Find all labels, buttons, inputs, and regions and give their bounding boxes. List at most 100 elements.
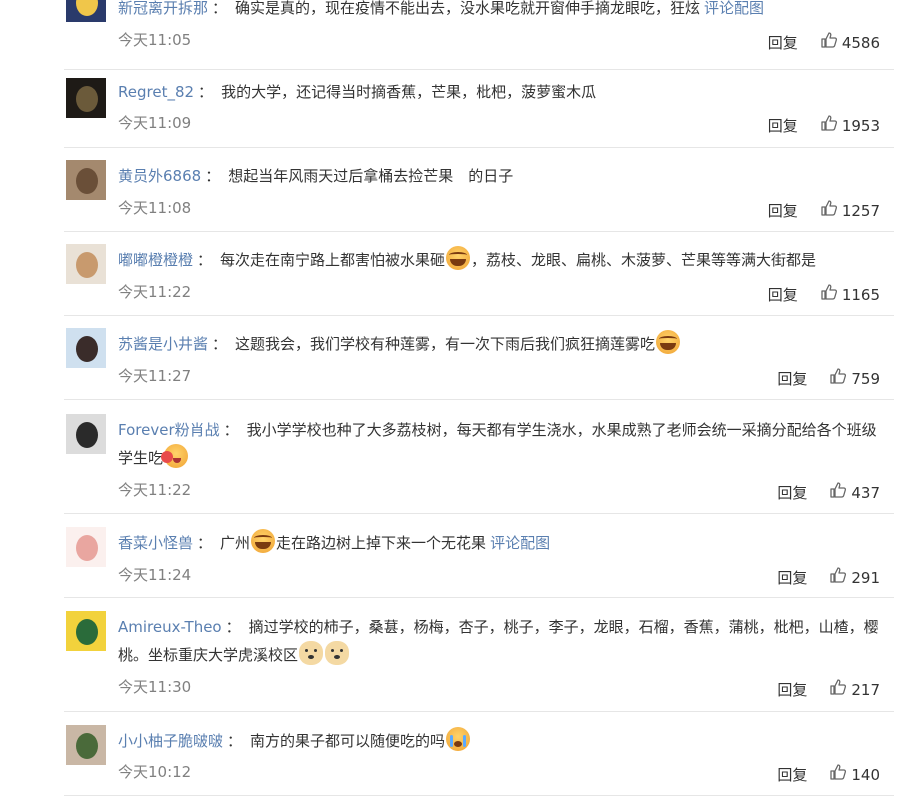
username-link[interactable]: 黄员外6868: [118, 167, 201, 185]
avatar-figure: [76, 336, 98, 362]
avatar[interactable]: [66, 0, 106, 22]
comment-item: 嘟嘟橙橙橙： 每次走在南宁路上都害怕被水果砸 ，荔枝、龙眼、扁桃、木菠萝、芒果等等满…: [64, 232, 894, 316]
username-separator: ：: [212, 0, 228, 17]
like-button[interactable]: 140: [829, 763, 880, 786]
comment-text: 我的大学，还记得当时摘香蕉，芒果，枇杷，菠萝蜜木瓜: [221, 83, 597, 101]
comment-body: Forever粉肖战：我小学学校也种了大多荔枝树，每天都有学生浇水，水果成熟了老…: [118, 416, 890, 472]
thumbs-up-icon: [829, 678, 851, 701]
username-link[interactable]: Forever粉肖战: [118, 421, 220, 439]
comment-timestamp: 今天11:09: [118, 114, 192, 132]
avatar-figure: [76, 168, 98, 194]
like-count: 291: [851, 568, 880, 587]
username-link[interactable]: 香菜小怪兽: [118, 534, 193, 552]
like-button[interactable]: 1953: [820, 114, 880, 137]
avatar-figure: [76, 86, 98, 112]
doge-emoji: [325, 641, 350, 665]
comment-text: 想起当年风雨天过后拿桶去捡芒果 的日子: [228, 167, 514, 185]
comment-actions: 回复 1165: [768, 283, 880, 306]
username-link[interactable]: 嘟嘟橙橙橙: [118, 251, 193, 269]
comment-actions: 回复 1257: [768, 199, 880, 222]
comment-timestamp: 今天11:27: [118, 367, 192, 385]
crying-emoji: [446, 727, 471, 751]
like-button[interactable]: 759: [829, 367, 880, 390]
like-button[interactable]: 4586: [820, 31, 880, 54]
username-separator: ：: [205, 167, 221, 185]
thumbs-up-icon: [829, 566, 851, 589]
comment-timestamp: 今天11:24: [118, 566, 192, 584]
avatar[interactable]: [66, 328, 106, 368]
thumbs-up-icon: [820, 114, 842, 137]
like-count: 1953: [841, 116, 880, 135]
comment-body: 嘟嘟橙橙橙： 每次走在南宁路上都害怕被水果砸 ，荔枝、龙眼、扁桃、木菠萝、芒果等等满…: [118, 246, 890, 274]
avatar[interactable]: [66, 725, 106, 765]
reply-button[interactable]: 回复: [768, 285, 798, 305]
like-button[interactable]: 291: [829, 566, 880, 589]
reply-button[interactable]: 回复: [777, 369, 807, 389]
comment-body: 新冠离开拆那： 确实是真的，现在疫情不能出去，没水果吃就开窗伸手摘龙眼吃，狂炫 评论…: [118, 0, 890, 22]
username-separator: ：: [197, 251, 213, 269]
username-link[interactable]: 苏酱是小井酱: [118, 335, 208, 353]
like-count: 437: [851, 483, 880, 502]
reply-button[interactable]: 回复: [768, 116, 798, 136]
comment-timestamp: 今天11:22: [118, 481, 192, 499]
comment-image-link[interactable]: 评论配图: [490, 534, 550, 552]
comment-timestamp: 今天11:30: [118, 678, 192, 696]
comment-body: 小小柚子脆啵啵： 南方的果子都可以随便吃的吗: [118, 727, 890, 755]
avatar[interactable]: [66, 414, 106, 454]
avatar[interactable]: [66, 611, 106, 651]
thumbs-up-icon: [829, 481, 851, 504]
username-link[interactable]: 小小柚子脆啵啵: [118, 732, 223, 750]
comment-body: 苏酱是小井酱： 这题我会，我们学校有种莲雾，有一次下雨后我们疯狂摘莲雾吃: [118, 330, 890, 358]
like-button[interactable]: 1257: [820, 199, 880, 222]
avatar[interactable]: [66, 160, 106, 200]
avatar-figure: [76, 252, 98, 278]
username-separator: ：: [227, 732, 243, 750]
comment-actions: 回复 140: [777, 763, 880, 786]
comment-body: Amireux-Theo：摘过学校的柿子，桑葚，杨梅，杏子，桃子，李子，龙眼，石…: [118, 613, 890, 669]
reply-button[interactable]: 回复: [777, 483, 807, 503]
avatar[interactable]: [66, 527, 106, 567]
like-count: 140: [851, 765, 880, 784]
comment-item: 苏酱是小井酱： 这题我会，我们学校有种莲雾，有一次下雨后我们疯狂摘莲雾吃今天11:…: [64, 316, 894, 400]
comment-item: 黄员外6868： 想起当年风雨天过后拿桶去捡芒果 的日子 今天11:08 回复 1257: [64, 148, 894, 232]
username-separator: ：: [225, 618, 241, 636]
avatar-figure: [76, 535, 98, 561]
reply-button[interactable]: 回复: [777, 765, 807, 785]
comment-item: 新冠离开拆那： 确实是真的，现在疫情不能出去，没水果吃就开窗伸手摘龙眼吃，狂炫 评论…: [64, 0, 894, 70]
like-button[interactable]: 217: [829, 678, 880, 701]
comment-text: 确实是真的，现在疫情不能出去，没水果吃就开窗伸手摘龙眼吃，狂炫: [235, 0, 701, 17]
comment-actions: 回复 217: [777, 678, 880, 701]
reply-button[interactable]: 回复: [777, 680, 807, 700]
laugh-cry-emoji: [656, 330, 681, 354]
comment-timestamp: 今天11:22: [118, 283, 192, 301]
avatar[interactable]: [66, 78, 106, 118]
username-separator: ：: [212, 335, 228, 353]
comment-item: 香菜小怪兽： 广州 走在路边树上掉下来一个无花果 评论配图今天11:24 回复 291: [64, 514, 894, 598]
comment-body: 香菜小怪兽： 广州 走在路边树上掉下来一个无花果 评论配图: [118, 529, 890, 557]
avatar-figure: [76, 619, 98, 645]
comment-item: Forever粉肖战：我小学学校也种了大多荔枝树，每天都有学生浇水，水果成熟了老…: [64, 400, 894, 514]
avatar[interactable]: [66, 244, 106, 284]
comment-image-link[interactable]: 评论配图: [704, 0, 764, 17]
avatar-figure: [76, 733, 98, 759]
username-separator: ：: [223, 421, 239, 439]
reply-button[interactable]: 回复: [777, 568, 807, 588]
username-link[interactable]: Regret_82: [118, 83, 194, 101]
laugh-cry-emoji: [251, 529, 276, 553]
reply-button[interactable]: 回复: [768, 201, 798, 221]
comment-text: 这题我会，我们学校有种莲雾，有一次下雨后我们疯狂摘莲雾吃: [235, 335, 656, 353]
comment-actions: 回复 759: [777, 367, 880, 390]
avatar-figure: [76, 422, 98, 448]
comment-item: 小小柚子脆啵啵： 南方的果子都可以随便吃的吗 今天10:12 回复 140: [64, 712, 894, 796]
like-button[interactable]: 1165: [820, 283, 880, 306]
avatar-figure: [76, 0, 98, 16]
like-button[interactable]: 437: [829, 481, 880, 504]
username-link[interactable]: Amireux-Theo: [118, 618, 222, 636]
thumbs-up-icon: [829, 367, 851, 390]
comment-item: Regret_82： 我的大学，还记得当时摘香蕉，芒果，枇杷，菠萝蜜木瓜 今天11:…: [64, 70, 894, 148]
username-link[interactable]: 新冠离开拆那: [118, 0, 208, 17]
comment-body: 黄员外6868： 想起当年风雨天过后拿桶去捡芒果 的日子: [118, 162, 890, 190]
laugh-cry-emoji: [446, 246, 471, 270]
reply-button[interactable]: 回复: [768, 33, 798, 53]
like-count: 217: [851, 680, 880, 699]
